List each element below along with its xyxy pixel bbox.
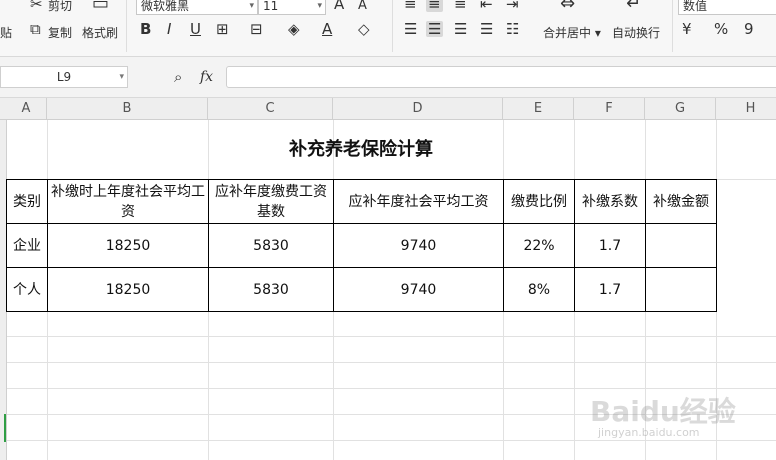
chevron-down-icon: ▾ (119, 72, 124, 82)
watermark-logo: Baidu经验 (590, 395, 736, 428)
merge-center-icon[interactable]: ⇔ (560, 0, 575, 13)
decrease-indent-icon[interactable]: ⇤ (480, 0, 493, 12)
header-cell[interactable]: 应补年度社会平均工资 (333, 179, 504, 224)
bold-button[interactable]: B (140, 21, 151, 37)
column-headers: A B C D E F G H (0, 98, 776, 120)
auto-wrap-icon[interactable]: ↵ (626, 0, 641, 13)
chevron-down-icon: ▾ (317, 1, 322, 11)
font-size-value: 11 (263, 0, 279, 13)
scissors-icon[interactable]: ✂ (30, 0, 43, 12)
data-table: 类别 补缴时上年度社会平均工资 应补年度缴费工资基数 应补年度社会平均工资 缴费… (6, 179, 717, 312)
divider (672, 0, 673, 52)
table-row: 企业 18250 5830 9740 22% 1.7 (6, 223, 717, 268)
table-cell[interactable]: 个人 (6, 267, 48, 312)
increase-font-icon[interactable]: A (334, 0, 344, 12)
table-cell[interactable]: 18250 (47, 267, 209, 312)
gridline (0, 336, 776, 337)
align-center-icon[interactable]: ☰ (426, 21, 444, 37)
align-left-icon[interactable]: ☰ (404, 21, 417, 37)
format-painter-button[interactable]: 格式刷 (82, 24, 118, 41)
italic-button[interactable]: I (167, 21, 171, 37)
font-name-value: 微软雅黑 (141, 0, 190, 13)
align-top-icon[interactable]: ≡ (404, 0, 417, 12)
fx-button[interactable]: fx (200, 69, 213, 85)
underline-button[interactable]: U (190, 21, 201, 37)
header-cell[interactable]: 类别 (6, 179, 48, 224)
merge-center-label: 合并居中 (543, 26, 592, 40)
formula-bar: L9 ▾ ⌕ fx (0, 57, 776, 98)
cell-style-icon[interactable]: ⊟ (250, 21, 263, 37)
gridline (0, 388, 776, 389)
table-cell[interactable]: 企业 (6, 223, 48, 268)
ribbon-toolbar: ✂ 剪切 贴 ⧉ 复制 ▭ 格式刷 微软雅黑 ▾ 11 ▾ A A B I U … (0, 0, 776, 57)
header-cell[interactable]: 应补年度缴费工资基数 (208, 179, 334, 224)
divider (126, 0, 127, 52)
border-icon[interactable]: ⊞ (216, 21, 229, 37)
formula-input[interactable] (226, 66, 776, 88)
table-cell[interactable]: 9740 (333, 267, 504, 312)
column-header-a[interactable]: A (6, 98, 47, 119)
table-cell[interactable]: 22% (503, 223, 575, 268)
align-middle-icon[interactable]: ≡ (426, 0, 443, 12)
number-format-select[interactable]: 数值 (678, 0, 776, 15)
sheet-title[interactable]: 补充养老保险计算 (6, 120, 716, 179)
zoom-search-icon[interactable]: ⌕ (174, 69, 182, 85)
table-row: 个人 18250 5830 9740 8% 1.7 (6, 267, 717, 312)
distributed-icon[interactable]: ☷ (506, 21, 519, 37)
font-color-icon[interactable]: A (322, 21, 332, 37)
table-cell[interactable]: 18250 (47, 223, 209, 268)
column-header-g[interactable]: G (645, 98, 716, 119)
thousands-button[interactable]: 9 (744, 21, 754, 37)
gridline (0, 440, 776, 441)
table-cell[interactable] (645, 223, 717, 268)
align-bottom-icon[interactable]: ≡ (454, 0, 467, 12)
column-header-h[interactable]: H (716, 98, 776, 119)
copy-icon[interactable]: ⧉ (30, 21, 41, 37)
table-cell[interactable]: 9740 (333, 223, 504, 268)
font-size-select[interactable]: 11 ▾ (258, 0, 326, 15)
name-box[interactable]: L9 ▾ (0, 66, 128, 88)
table-cell[interactable]: 5830 (208, 267, 334, 312)
header-cell[interactable]: 补缴时上年度社会平均工资 (47, 179, 209, 224)
header-cell[interactable]: 补缴系数 (574, 179, 646, 224)
copy-button[interactable]: 复制 (48, 24, 72, 41)
table-cell[interactable]: 5830 (208, 223, 334, 268)
format-painter-icon[interactable]: ▭ (92, 0, 109, 13)
column-header-c[interactable]: C (208, 98, 333, 119)
column-header-f[interactable]: F (574, 98, 645, 119)
watermark-url: jingyan.baidu.com (598, 426, 700, 439)
increase-indent-icon[interactable]: ⇥ (506, 0, 519, 12)
divider (392, 0, 393, 52)
cut-button[interactable]: 剪切 (48, 0, 72, 14)
table-header-row: 类别 补缴时上年度社会平均工资 应补年度缴费工资基数 应补年度社会平均工资 缴费… (6, 179, 717, 224)
chevron-down-icon: ▾ (249, 1, 254, 11)
table-cell[interactable]: 1.7 (574, 267, 646, 312)
font-name-select[interactable]: 微软雅黑 ▾ (136, 0, 258, 15)
auto-wrap-button[interactable]: 自动换行 (612, 24, 660, 41)
column-header-b[interactable]: B (47, 98, 208, 119)
name-box-value: L9 (56, 70, 72, 84)
column-header-e[interactable]: E (503, 98, 574, 119)
percent-button[interactable]: % (714, 21, 728, 37)
gridline (0, 362, 776, 363)
decrease-font-icon[interactable]: A (358, 0, 367, 14)
merge-center-button[interactable]: 合并居中 ▾ (543, 24, 601, 41)
justify-icon[interactable]: ☰ (480, 21, 493, 37)
active-row-indicator (4, 414, 6, 442)
table-cell[interactable]: 8% (503, 267, 575, 312)
header-cell[interactable]: 补缴金额 (645, 179, 717, 224)
header-cell[interactable]: 缴费比例 (503, 179, 575, 224)
currency-icon[interactable]: ¥ (682, 21, 692, 37)
table-cell[interactable] (645, 267, 717, 312)
clear-format-icon[interactable]: ◇ (358, 21, 370, 37)
paste-button[interactable]: 贴 (0, 24, 12, 41)
fill-color-icon[interactable]: ◈ (288, 21, 300, 37)
number-format-value: 数值 (683, 0, 708, 13)
align-right-icon[interactable]: ☰ (454, 21, 467, 37)
column-header-d[interactable]: D (333, 98, 503, 119)
table-cell[interactable]: 1.7 (574, 223, 646, 268)
